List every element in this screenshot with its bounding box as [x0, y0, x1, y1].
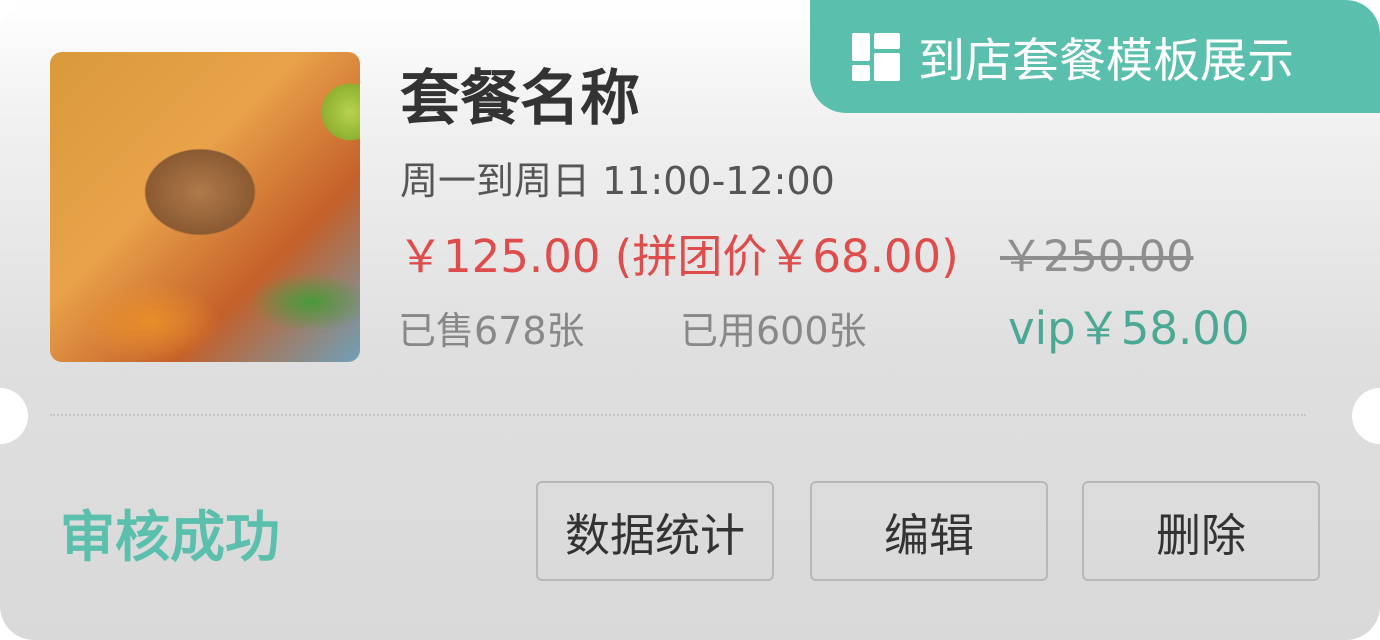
divider [50, 414, 1306, 416]
badge-label: 到店套餐模板展示 [918, 34, 1294, 89]
package-photo [50, 52, 360, 362]
ticket-notch-right [1352, 388, 1380, 444]
ticket-notch-left [0, 388, 28, 444]
used-count: 已用600张 [680, 309, 867, 353]
package-price: ￥125.00 (拼团价￥68.00) [398, 230, 959, 283]
package-name: 套餐名称 [400, 64, 640, 134]
template-badge: 到店套餐模板展示 [810, 0, 1380, 113]
vip-price: vip￥58.00 [1008, 302, 1250, 355]
delete-button[interactable]: 删除 [1082, 481, 1320, 581]
package-time: 周一到周日 11:00-12:00 [400, 159, 835, 203]
original-price: ￥250.00 [1000, 232, 1194, 282]
grid-icon [852, 32, 900, 81]
review-status: 审核成功 [60, 505, 281, 569]
edit-button[interactable]: 编辑 [810, 481, 1048, 581]
sold-count: 已售678张 [398, 309, 585, 353]
stats-button[interactable]: 数据统计 [536, 481, 774, 581]
package-card: 到店套餐模板展示 套餐名称 周一到周日 11:00-12:00 ￥125.00 … [0, 0, 1380, 640]
